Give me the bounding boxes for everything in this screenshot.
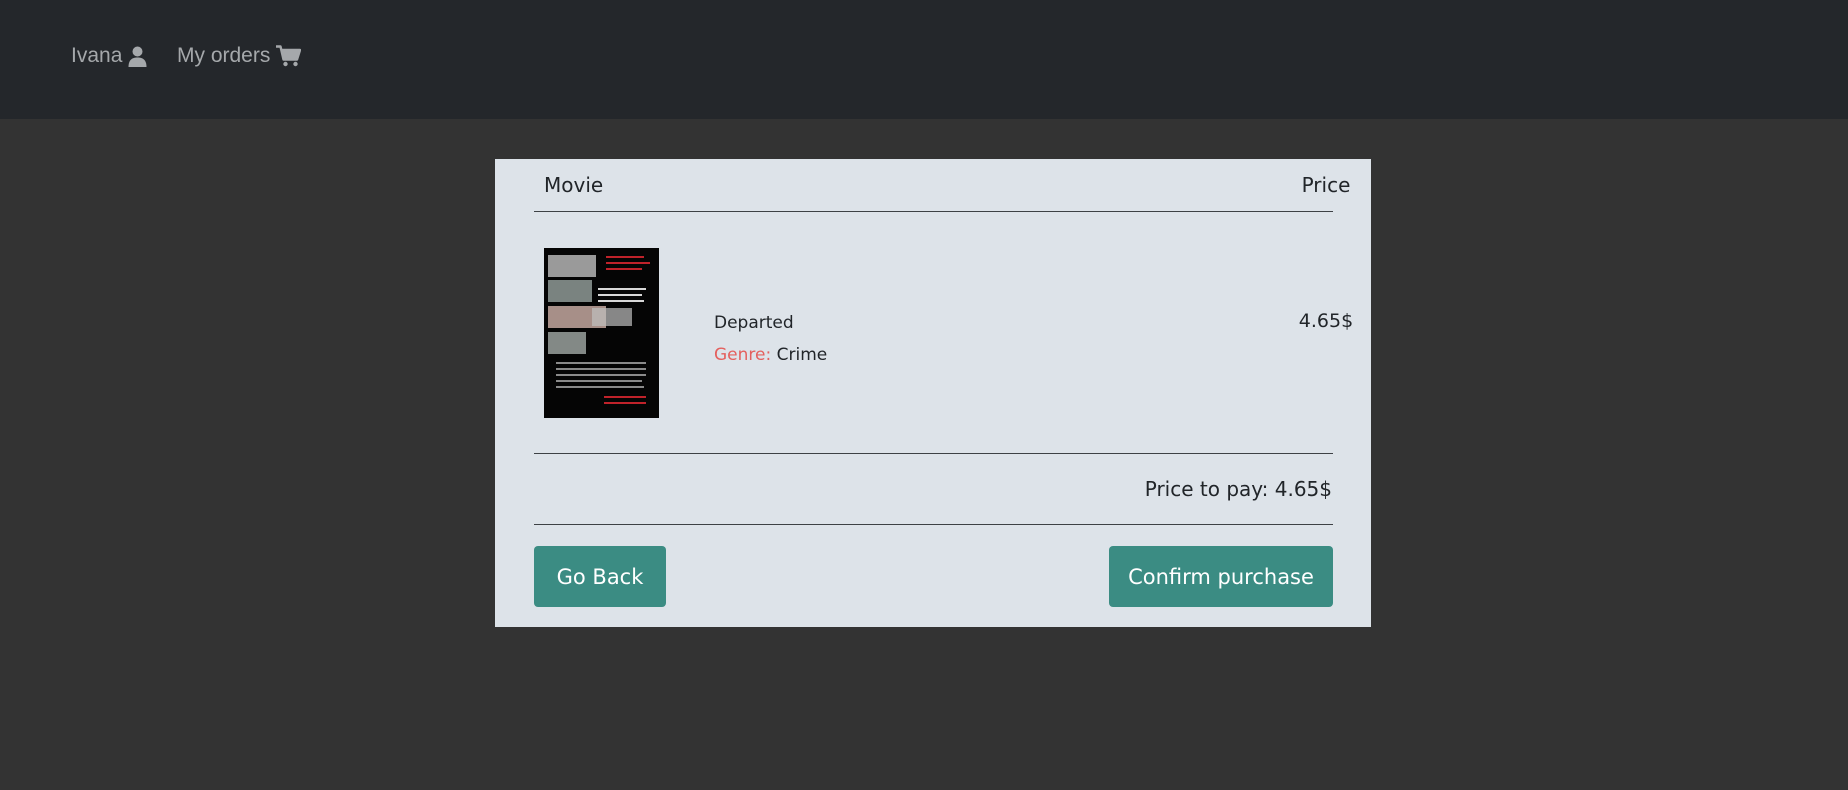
- divider: [534, 524, 1333, 525]
- movie-price: 4.65$: [1298, 310, 1354, 332]
- navbar: Ivana My orders: [0, 0, 1848, 119]
- total-price: Price to pay: 4.65$: [1144, 477, 1332, 501]
- nav-orders-label: My orders: [177, 44, 271, 67]
- movie-title: Departed: [714, 313, 794, 333]
- divider: [534, 211, 1333, 212]
- movie-genre: Genre: Crime: [714, 345, 827, 365]
- confirm-purchase-button[interactable]: Confirm purchase: [1109, 546, 1333, 607]
- movie-column-header: Movie: [544, 173, 604, 197]
- shopping-cart-icon: [276, 45, 302, 67]
- divider: [534, 453, 1333, 454]
- user-icon: [128, 46, 147, 67]
- movie-poster: [544, 248, 659, 418]
- nav-user-label: Ivana: [71, 44, 123, 67]
- price-column-header: Price: [1301, 173, 1351, 197]
- nav-user-link[interactable]: Ivana: [71, 41, 147, 71]
- nav-orders-link[interactable]: My orders: [177, 41, 302, 71]
- order-card: Movie Price Departed Genre: Crime 4.65$ …: [495, 159, 1371, 627]
- go-back-button[interactable]: Go Back: [534, 546, 666, 607]
- genre-label: Genre:: [714, 345, 772, 365]
- genre-value: Crime: [776, 345, 828, 365]
